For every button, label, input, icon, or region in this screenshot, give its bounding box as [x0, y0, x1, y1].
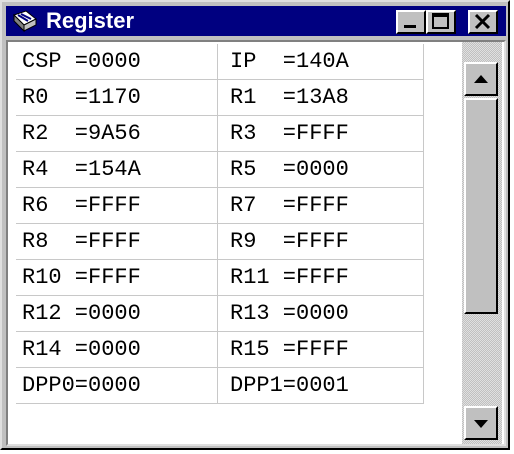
register-cell-csp[interactable]: CSP =0000	[16, 44, 218, 80]
register-cell-r10[interactable]: R10 =FFFF	[16, 260, 218, 296]
register-cell-r5[interactable]: R5 =0000	[218, 152, 424, 188]
register-cell-r3[interactable]: R3 =FFFF	[218, 116, 424, 152]
maximize-button[interactable]	[426, 10, 456, 34]
register-cell-r9[interactable]: R9 =FFFF	[218, 224, 424, 260]
scroll-up-button[interactable]	[464, 62, 498, 96]
minimize-button[interactable]	[396, 10, 426, 34]
register-cell-r12[interactable]: R12 =0000	[16, 296, 218, 332]
vertical-scrollbar[interactable]	[462, 42, 502, 444]
scroll-up-arrow-icon	[474, 75, 488, 83]
minimize-icon	[404, 25, 416, 28]
register-row: R8 =FFFF R9 =FFFF	[16, 224, 424, 260]
register-cell-r8[interactable]: R8 =FFFF	[16, 224, 218, 260]
register-cell-r0[interactable]: R0 =1170	[16, 80, 218, 116]
register-cell-ip[interactable]: IP =140A	[218, 44, 424, 80]
scroll-down-arrow-icon	[474, 420, 488, 428]
maximize-icon	[432, 13, 449, 29]
register-cell-r6[interactable]: R6 =FFFF	[16, 188, 218, 224]
register-row: R2 =9A56 R3 =FFFF	[16, 116, 424, 152]
scrollbar-thumb[interactable]	[464, 98, 498, 314]
register-cell-r7[interactable]: R7 =FFFF	[218, 188, 424, 224]
register-cell-r13[interactable]: R13 =0000	[218, 296, 424, 332]
register-row: CSP =0000 IP =140A	[16, 44, 424, 80]
register-row: R0 =1170 R1 =13A8	[16, 80, 424, 116]
register-cell-r11[interactable]: R11 =FFFF	[218, 260, 424, 296]
register-cell-r14[interactable]: R14 =0000	[16, 332, 218, 368]
register-app-icon[interactable]	[12, 9, 38, 33]
close-icon	[474, 13, 491, 30]
register-row: DPP0=0000 DPP1=0001	[16, 368, 424, 404]
close-button[interactable]	[468, 10, 498, 34]
register-cell-dpp1[interactable]: DPP1=0001	[218, 368, 424, 404]
register-row: R12 =0000 R13 =0000	[16, 296, 424, 332]
register-row: R14 =0000 R15 =FFFF	[16, 332, 424, 368]
window-title: Register	[46, 8, 135, 33]
register-cell-dpp0[interactable]: DPP0=0000	[16, 368, 218, 404]
register-row: R6 =FFFF R7 =FFFF	[16, 188, 424, 224]
register-cell-r2[interactable]: R2 =9A56	[16, 116, 218, 152]
title-bar[interactable]: Register	[6, 6, 506, 36]
register-panel: CSP =0000 IP =140A R0 =1170 R1 =13A8 R2 …	[6, 40, 506, 446]
register-row: R4 =154A R5 =0000	[16, 152, 424, 188]
scroll-down-button[interactable]	[464, 406, 498, 440]
register-cell-r4[interactable]: R4 =154A	[16, 152, 218, 188]
register-window: Register CSP =0000 IP =140A R0 =1170 R1 …	[0, 0, 510, 450]
register-row: R10 =FFFF R11 =FFFF	[16, 260, 424, 296]
register-cell-r15[interactable]: R15 =FFFF	[218, 332, 424, 368]
register-cell-r1[interactable]: R1 =13A8	[218, 80, 424, 116]
